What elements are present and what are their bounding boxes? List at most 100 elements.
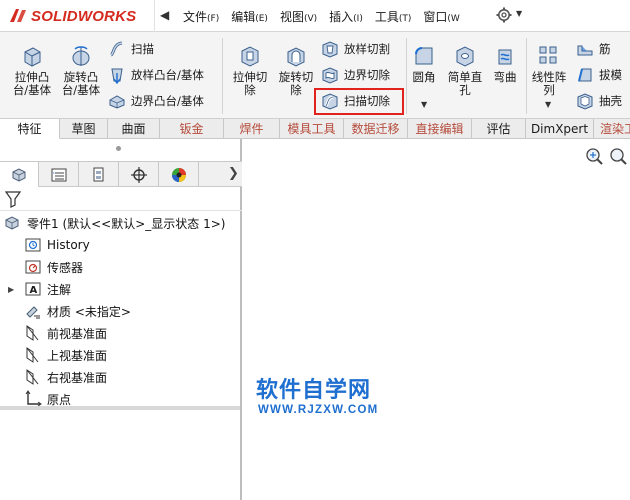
tab-sheet-metal[interactable]: 钣金 xyxy=(160,119,224,139)
sensors-label: 传感器 xyxy=(47,260,84,275)
history-folder-icon xyxy=(25,238,41,252)
menu-file[interactable]: 文件(F) xyxy=(183,8,219,25)
tab-data-migration[interactable]: 数据迁移 xyxy=(344,119,408,139)
property-manager-tab[interactable] xyxy=(40,162,79,187)
menu-tools[interactable]: 工具(T) xyxy=(375,8,412,25)
extrude-cut-icon xyxy=(241,46,259,67)
fillet-button[interactable]: 圆角 xyxy=(408,44,440,84)
sweep-button[interactable]: 扫描 xyxy=(108,39,154,59)
loft-boss-button[interactable]: 放样凸台/基体 xyxy=(108,65,204,85)
linear-pattern-button[interactable]: 线性阵 列 xyxy=(528,44,570,97)
menu-edit[interactable]: 编辑(E) xyxy=(231,8,268,25)
tab-evaluate[interactable]: 评估 xyxy=(472,119,526,139)
gear-icon[interactable] xyxy=(496,7,512,23)
extrude-boss-button[interactable]: 拉伸凸 台/基体 xyxy=(8,44,56,97)
revolve-cut-icon xyxy=(287,47,305,67)
shell-label: 抽壳 xyxy=(599,94,622,108)
ribbon-separator xyxy=(406,38,407,114)
annotations-label: 注解 xyxy=(47,282,72,297)
tree-node-annotations[interactable]: A 注解 xyxy=(24,279,71,299)
tree-node-part[interactable]: 零件1 (默认<<默认>_显示状态 1>) xyxy=(4,213,225,233)
rib-button[interactable]: 筋 xyxy=(576,39,611,59)
origin-label: 原点 xyxy=(47,392,72,407)
ds-logo-icon xyxy=(10,9,26,22)
graphics-area[interactable] xyxy=(244,139,630,500)
tree-node-right-plane[interactable]: 右视基准面 xyxy=(24,367,107,387)
crosshair-icon xyxy=(131,166,147,183)
material-icon xyxy=(26,306,40,319)
draft-button[interactable]: 拔模 xyxy=(576,65,622,85)
tab-surfaces[interactable]: 曲面 xyxy=(108,119,160,139)
configuration-manager-tab[interactable] xyxy=(80,162,119,187)
tab-features[interactable]: 特征 xyxy=(0,119,60,139)
linear-pattern-icon xyxy=(539,46,557,64)
tree-node-material[interactable]: 材质 <未指定> xyxy=(24,301,131,321)
extrude-cut-button[interactable]: 拉伸切 除 xyxy=(227,44,273,97)
tab-weldments[interactable]: 焊件 xyxy=(224,119,280,139)
fillet-label: 圆角 xyxy=(412,70,436,84)
plane-icon xyxy=(26,347,39,363)
tree-node-front-plane[interactable]: 前视基准面 xyxy=(24,323,107,343)
menu-window[interactable]: 窗口(W xyxy=(423,8,459,25)
zoom-to-area-icon[interactable] xyxy=(607,146,627,166)
ribbon-separator xyxy=(222,38,223,114)
panel-horizontal-scrollbar[interactable] xyxy=(0,406,240,410)
annotation-icon: A xyxy=(25,282,41,296)
zoom-to-fit-icon[interactable] xyxy=(584,146,604,166)
heads-up-view-toolbar xyxy=(584,146,627,166)
shell-button[interactable]: 抽壳 xyxy=(576,91,622,111)
loft-boss-icon xyxy=(111,68,123,84)
more-tabs-arrow-icon[interactable]: ❯ xyxy=(228,166,239,181)
property-list-icon xyxy=(51,168,67,181)
dimxpert-manager-tab[interactable] xyxy=(120,162,159,187)
revolve-boss-button[interactable]: 旋转凸 台/基体 xyxy=(56,44,106,97)
shell-icon xyxy=(577,93,593,110)
tree-node-sensors[interactable]: 传感器 xyxy=(24,257,83,277)
fillet-dropdown-icon[interactable]: ▼ xyxy=(421,100,427,109)
simple-hole-label: 简单直 孔 xyxy=(447,70,483,97)
history-label: History xyxy=(47,238,90,252)
wrap-button[interactable]: 弯曲 xyxy=(489,44,521,84)
front-plane-label: 前视基准面 xyxy=(47,326,108,341)
menu-view[interactable]: 视图(V) xyxy=(280,8,317,25)
menu-expand-arrow-icon[interactable]: ◀ xyxy=(160,8,169,22)
draft-icon xyxy=(578,68,592,82)
extrude-boss-icon xyxy=(24,47,41,67)
expand-annotations-icon[interactable]: ▶ xyxy=(8,285,14,294)
tab-mold-tools[interactable]: 模具工具 xyxy=(280,119,344,139)
boundary-cut-button[interactable]: 边界切除 xyxy=(321,65,390,85)
simple-hole-button[interactable]: 简单直 孔 xyxy=(442,44,488,97)
revolve-boss-icon xyxy=(72,46,90,66)
revolve-cut-button[interactable]: 旋转切 除 xyxy=(273,44,319,97)
boundary-boss-icon xyxy=(109,95,125,109)
top-plane-label: 上视基准面 xyxy=(47,348,108,363)
menu-insert[interactable]: 插入(I) xyxy=(329,8,363,25)
brand-name: SOLIDWORKS xyxy=(31,7,137,25)
ribbon-separator xyxy=(526,38,527,114)
tab-render-tools[interactable]: 渲染工 xyxy=(594,119,630,139)
sensor-icon xyxy=(25,260,41,274)
tab-dimxpert[interactable]: DimXpert xyxy=(526,119,594,139)
display-manager-tab[interactable] xyxy=(160,162,199,187)
revolve-cut-label: 旋转切 除 xyxy=(278,70,314,97)
panel-grip-handle[interactable] xyxy=(116,146,121,151)
tree-node-top-plane[interactable]: 上视基准面 xyxy=(24,345,107,365)
pattern-dropdown-icon[interactable]: ▼ xyxy=(545,100,551,109)
feature-tree-tab[interactable] xyxy=(0,162,39,187)
loft-cut-button[interactable]: 放样切割 xyxy=(321,39,390,59)
rib-icon xyxy=(577,45,593,56)
feature-tree-icon xyxy=(12,167,26,182)
tab-sketch[interactable]: 草图 xyxy=(60,119,108,139)
tree-filter-bar[interactable] xyxy=(0,187,242,211)
feature-manager-panel: ❯ 零件1 (默认<<默认>_显示状态 1>) History 传感器 ▶ A … xyxy=(0,139,242,500)
boundary-boss-button[interactable]: 边界凸台/基体 xyxy=(108,91,204,111)
menu-bar: 文件(F) 编辑(E) 视图(V) 插入(I) 工具(T) 窗口(W xyxy=(183,0,472,32)
filter-funnel-icon[interactable] xyxy=(5,190,21,208)
plane-icon xyxy=(26,369,39,385)
boundary-cut-icon xyxy=(322,67,338,84)
part-icon xyxy=(5,216,19,230)
gear-dropdown-icon[interactable]: ▼ xyxy=(516,9,522,18)
title-bar: SOLIDWORKS ◀ 文件(F) 编辑(E) 视图(V) 插入(I) 工具(… xyxy=(0,0,630,32)
tree-node-history[interactable]: History xyxy=(24,235,90,255)
tab-direct-editing[interactable]: 直接编辑 xyxy=(408,119,472,139)
